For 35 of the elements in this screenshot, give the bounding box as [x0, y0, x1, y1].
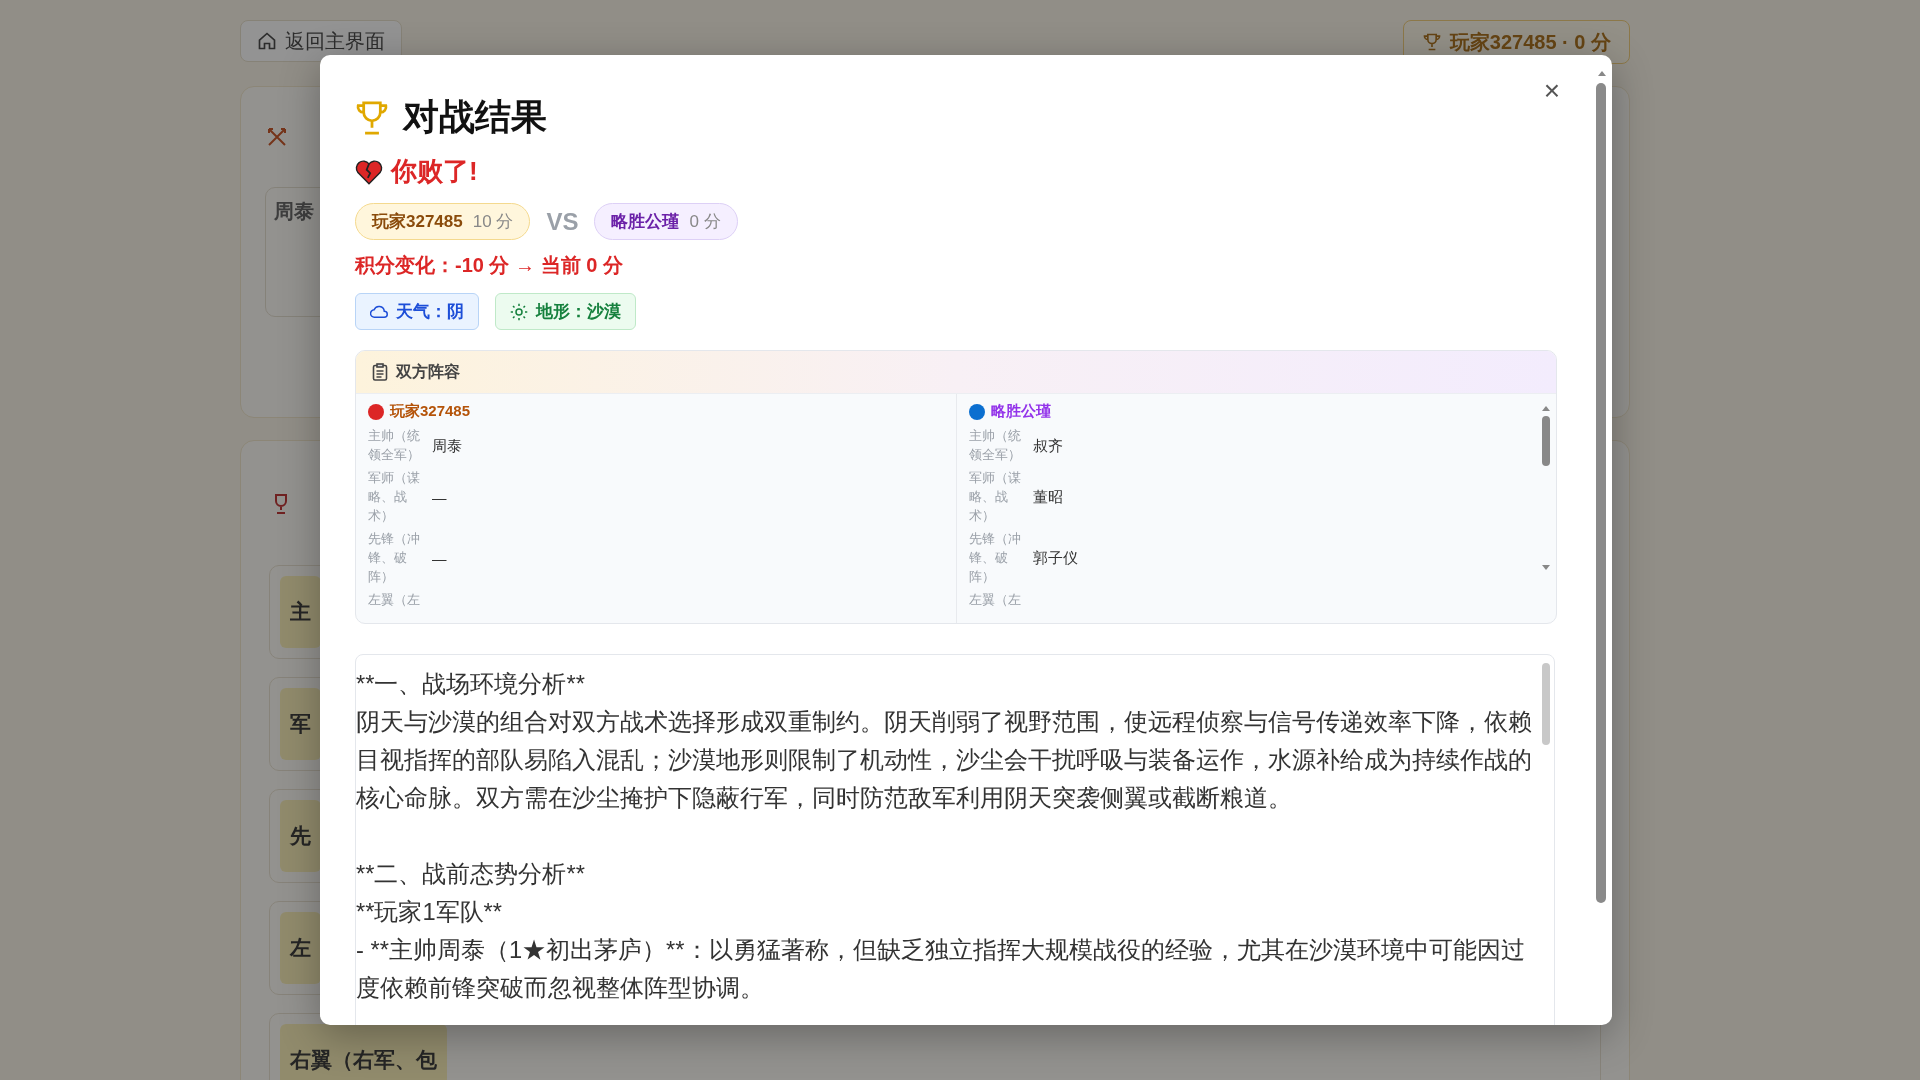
report-paragraph: - **主帅周泰（1★初出茅庐）**：以勇猛著称，但缺乏独立指挥大规模战役的经验，尤其在沙漠环境中可能因过度依赖前锋突破而忽视整体阵型协调。 — [356, 936, 1526, 1003]
player-chip: 玩家327485 10 分 — [355, 203, 531, 240]
general-name: — — [432, 489, 448, 506]
role-label: 先锋（冲锋、破阵） — [368, 531, 421, 586]
general-name: 董昭 — [1033, 488, 1064, 507]
slot-label: 主 — [280, 576, 321, 648]
role-label: 主帅（统领全军） — [368, 428, 421, 464]
score-change-text: 积分变化：-10 分 → 当前 0 分 — [355, 253, 623, 278]
role-label: 军师（谋略、战术） — [368, 470, 421, 525]
slot-label: 左 — [280, 912, 321, 984]
general-name: 周泰 — [432, 436, 463, 456]
condition-tag: 天气：阴 — [355, 293, 479, 330]
result-text: 你败了! — [391, 155, 478, 188]
role-label: 主帅（统领全军） — [969, 428, 1022, 464]
role-label: 军师（谋略、战术） — [969, 470, 1022, 525]
general-name: 叔齐 — [1033, 436, 1064, 456]
report-paragraph: **一、战场环境分析** — [356, 670, 586, 699]
vs-label: VS — [546, 207, 579, 236]
role-label: 先锋（冲锋、破阵） — [969, 531, 1022, 586]
slot-label: 右翼（右军、包 — [280, 1024, 447, 1080]
general-name: 郭子仪 — [1033, 549, 1079, 568]
role-label: 左翼（左 — [368, 592, 421, 609]
team-name: 略胜公瑾 — [991, 402, 1051, 421]
general-name: — — [432, 550, 448, 567]
report-paragraph: **玩家1军队** — [356, 898, 504, 927]
player-chip: 略胜公瑾 0 分 — [594, 203, 738, 240]
condition-tag: 地形：沙漠 — [495, 293, 636, 330]
dialog-title: 对战结果 — [403, 95, 547, 139]
team-name: 玩家327485 — [390, 402, 471, 421]
lineup-title: 双方阵容 — [396, 361, 460, 382]
report-paragraph: **二、战前态势分析** — [356, 860, 586, 889]
slot-label: 军 — [280, 688, 321, 760]
report-paragraph: 阴天与沙漠的组合对双方战术选择形成双重制约。阴天削弱了视野范围，使远程侦察与信号传递效率下降，依赖目视指挥的部队易陷入混乱；沙漠地形则限制了机动性，沙尘会干扰呼吸与装备运作，水源补给成为持续作战的核心命脉。双方需在沙尘掩护下隐蔽行军，同时防范敌军利用阴天突袭侧翼或截断粮道。 — [356, 708, 1533, 813]
role-label: 左翼（左 — [969, 592, 1022, 609]
slot-label: 先 — [280, 800, 321, 872]
